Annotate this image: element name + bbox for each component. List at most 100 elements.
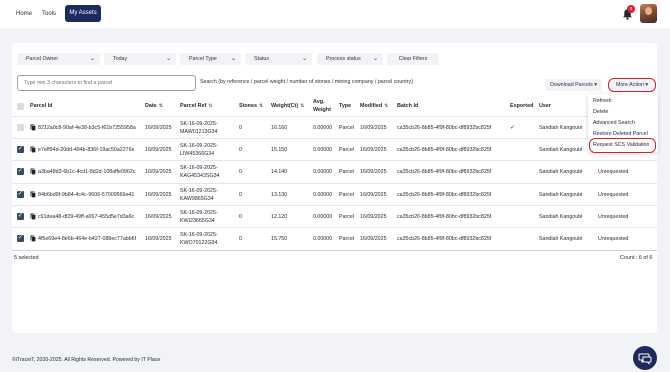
- batch-id-cell: ca35cb26-8b85-4f9f-80bc-df8932bc825f: [397, 236, 492, 242]
- parcel-id-cell[interactable]: 84b6bd9f-9b84-4c4c-9606-57009569e41: [38, 192, 134, 198]
- copy-icon[interactable]: [30, 213, 36, 220]
- parcel-ref-cell: SK-16-09-2025-: [180, 210, 218, 216]
- type-cell: Parcel: [339, 192, 355, 198]
- filter-status[interactable]: Status ⌄: [245, 53, 312, 65]
- clear-filters-button[interactable]: Clear Filters: [387, 53, 439, 65]
- sort-icon[interactable]: ⇅: [159, 103, 163, 109]
- parcel-ref-cell: SK-16-09-2025-: [180, 165, 218, 171]
- parcel-ref-cell-line2: KWO70122G34: [180, 240, 218, 246]
- column-header-date[interactable]: Date ⇅: [145, 103, 163, 109]
- menu-item-request-scs-validation[interactable]: Request SCS Validation: [593, 142, 649, 148]
- select-all-checkbox[interactable]: [17, 103, 24, 110]
- copy-icon[interactable]: [30, 124, 36, 131]
- sort-icon[interactable]: ⇅: [259, 103, 263, 109]
- parcel-ref-cell: SK-16-09-2025-: [180, 143, 218, 149]
- column-header-avg-weight[interactable]: Avg.: [313, 99, 324, 105]
- table-divider: [12, 250, 657, 251]
- parcel-id-cell[interactable]: e7eff94d-20dd-494b-836f-19ac50a2276e: [38, 147, 135, 153]
- menu-item-refresh[interactable]: Refresh: [593, 98, 612, 104]
- sort-icon[interactable]: ⇅: [384, 103, 388, 109]
- filter-process-status[interactable]: Process status ⌄: [317, 53, 383, 65]
- avg-weight-cell: 0.00000: [313, 214, 333, 220]
- weight-cell: 15.150: [271, 147, 288, 153]
- filter-parcel-type[interactable]: Parcel Type ⌄: [180, 53, 241, 65]
- stones-cell: 0: [239, 169, 242, 175]
- row-checkbox[interactable]: [17, 145, 24, 153]
- column-header-weight[interactable]: Weight(Ct) ⇅: [271, 103, 304, 109]
- type-cell: Parcel: [339, 214, 355, 220]
- modified-cell: 16/09/2025: [360, 214, 387, 220]
- copy-icon[interactable]: [30, 235, 36, 242]
- nav-my-assets[interactable]: My Assets: [65, 5, 101, 22]
- column-header-type[interactable]: Type: [339, 103, 351, 109]
- more-action-button[interactable]: More Action ▾: [608, 78, 656, 92]
- date-cell: 16/09/2025: [145, 192, 172, 198]
- parcel-ref-cell-line2: LIW45366G34: [180, 151, 215, 157]
- sort-icon[interactable]: ⇅: [208, 103, 212, 109]
- stones-cell: 0: [239, 147, 242, 153]
- column-header-batch-id[interactable]: Batch Id: [397, 103, 418, 109]
- parcel-search-input[interactable]: [17, 75, 196, 91]
- parcel-id-cell[interactable]: a3ba48d3-6b1c-4cd1-8d2d-108affe0962c: [38, 169, 135, 175]
- column-header-exported[interactable]: Exported: [510, 103, 533, 109]
- user-cell: Sandiah Kangouté: [539, 125, 583, 131]
- nav-home[interactable]: Home: [16, 6, 38, 22]
- avg-weight-cell: 0.00000: [313, 236, 333, 242]
- download-parcels-button[interactable]: Download Parcels ▾: [545, 79, 602, 91]
- user-cell: Sandiah Kangouté: [539, 214, 583, 220]
- menu-item-delete[interactable]: Delete: [593, 109, 608, 115]
- avg-weight-cell: 0.00000: [313, 169, 333, 175]
- nav-tools[interactable]: Tools: [42, 6, 62, 22]
- chevron-down-icon: ⌄: [89, 56, 95, 62]
- type-cell: Parcel: [339, 169, 355, 175]
- parcel-ref-cell: SK-16-09-2025-: [180, 188, 218, 194]
- filter-process-status-label: Process status: [326, 56, 361, 62]
- date-cell: 16/09/2025: [145, 125, 172, 131]
- column-header-modified[interactable]: Modified ⇅: [360, 103, 388, 109]
- column-header-stones[interactable]: Stones ⇅: [239, 103, 263, 109]
- user-cell: Sandiah Kangouté: [539, 169, 583, 175]
- table-header: [12, 97, 657, 116]
- chat-icon: [638, 353, 652, 365]
- chat-support-button[interactable]: [633, 346, 657, 370]
- chevron-down-icon: ⌄: [230, 56, 236, 62]
- weight-cell: 13.130: [271, 192, 288, 198]
- date-cell: 16/09/2025: [145, 214, 172, 220]
- row-checkbox[interactable]: [17, 124, 24, 131]
- parcel-id-cell[interactable]: c91dea48-df29-49ff-a067-455d5e7d3a6c: [38, 214, 134, 220]
- filter-status-label: Status: [254, 56, 270, 62]
- filter-date-label: Today: [113, 56, 128, 62]
- date-cell: 16/09/2025: [145, 236, 172, 242]
- batch-id-cell: ca35cb26-8b85-4f9f-80bc-df8932bc825f: [397, 147, 492, 153]
- user-cell: Sandiah Kangouté: [539, 147, 583, 153]
- row-checkbox[interactable]: [17, 190, 24, 198]
- avg-weight-cell: 0.00000: [313, 125, 333, 131]
- column-header-parcel-id[interactable]: Parcel Id: [30, 103, 52, 109]
- parcel-ref-cell: SK-16-09-2025-: [180, 232, 218, 238]
- exported-check-icon: ✓: [510, 124, 516, 131]
- copy-icon[interactable]: [30, 191, 36, 198]
- parcel-id-cell[interactable]: 8212a0c8-90af-4e38-b3c5-f61b7255958a: [38, 125, 136, 131]
- parcel-ref-cell: SK-16-09-2025-: [180, 121, 218, 127]
- column-header-user[interactable]: User: [539, 103, 551, 109]
- avg-weight-cell: 0.00000: [313, 192, 333, 198]
- scs-status-cell: Unrequested: [598, 236, 629, 242]
- menu-item-advanced-search[interactable]: Advanced Search: [593, 120, 635, 126]
- row-checkbox[interactable]: [17, 234, 24, 242]
- filter-parcel-owner-label: Parcel Owner: [26, 56, 59, 62]
- copy-icon[interactable]: [30, 168, 36, 175]
- column-header-parcel-ref[interactable]: Parcel Ref ⇅: [180, 103, 213, 109]
- row-checkbox[interactable]: [17, 167, 24, 175]
- type-cell: Parcel: [339, 147, 355, 153]
- parcel-id-cell[interactable]: 4f5e69e4-8e6b-464e-b427-088ec77abb6f: [38, 236, 136, 242]
- modified-cell: 16/09/2025: [360, 192, 387, 198]
- row-checkbox[interactable]: [17, 212, 24, 220]
- user-avatar[interactable]: [640, 4, 657, 23]
- date-cell: 16/09/2025: [145, 169, 172, 175]
- avg-weight-cell: 0.00000: [313, 147, 333, 153]
- menu-item-restore-deleted-parcel[interactable]: Restore Deleted Parcel: [593, 131, 648, 137]
- filter-parcel-owner[interactable]: Parcel Owner ⌄: [17, 53, 100, 65]
- filter-date[interactable]: Today ⌄: [104, 53, 176, 65]
- copy-icon[interactable]: [30, 146, 36, 153]
- sort-icon[interactable]: ⇅: [300, 103, 304, 109]
